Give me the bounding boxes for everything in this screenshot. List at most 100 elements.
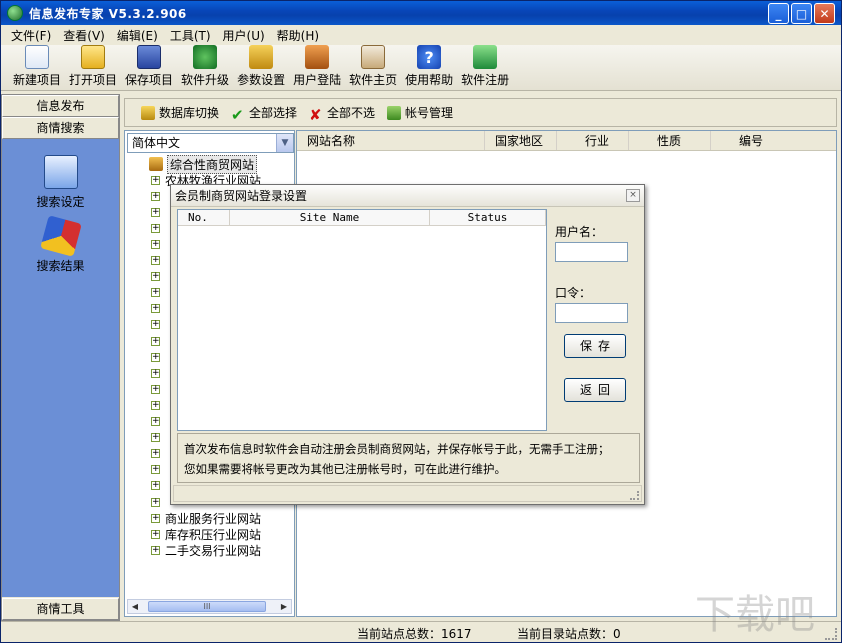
username-input[interactable] (555, 242, 628, 262)
expand-plus-icon[interactable]: + (151, 336, 160, 346)
tree-item[interactable]: + 二手交易行业网站 (151, 542, 261, 558)
tree-item[interactable]: + (151, 397, 165, 413)
tree-item[interactable]: + (151, 478, 165, 494)
open-project-button[interactable]: 打开项目 (67, 45, 119, 90)
new-project-button[interactable]: 新建项目 (11, 45, 63, 90)
column-country[interactable]: 国家地区 (485, 131, 557, 150)
search-settings-item[interactable]: 搜索设定 (2, 155, 119, 210)
tree-item[interactable]: + (151, 317, 165, 333)
dialog-site-list[interactable]: No. Site Name Status (177, 209, 547, 431)
settings-button[interactable]: 参数设置 (235, 45, 287, 90)
register-button[interactable]: 软件注册 (459, 45, 511, 90)
tree-item[interactable]: + (151, 365, 165, 381)
column-nature[interactable]: 性质 (629, 131, 711, 150)
dialog-title[interactable]: 会员制商贸网站登录设置 (171, 185, 644, 207)
menu-file[interactable]: 文件(F) (5, 27, 57, 44)
expand-plus-icon[interactable]: + (151, 352, 160, 362)
expand-plus-icon[interactable]: + (151, 304, 160, 314)
close-button[interactable]: ✕ (814, 3, 835, 24)
expand-plus-icon[interactable]: + (151, 256, 160, 265)
tree-root-item[interactable]: 综合性商贸网站 (149, 154, 258, 174)
column-site-name[interactable]: 网站名称 (297, 131, 485, 150)
chevron-down-icon[interactable]: ▼ (276, 134, 293, 152)
expand-plus-icon[interactable]: + (151, 175, 160, 185)
scroll-left-icon[interactable]: ◀ (128, 600, 142, 613)
title-bar[interactable]: 信息发布专家 V5.3.2.906 _ □ ✕ (1, 1, 841, 25)
menu-view[interactable]: 查看(V) (57, 27, 111, 44)
expand-plus-icon[interactable]: + (151, 191, 160, 201)
search-results-item[interactable]: 搜索结果 (2, 215, 119, 274)
expand-plus-icon[interactable]: + (151, 207, 160, 217)
tree-horizontal-scrollbar[interactable]: ◀ III ▶ (127, 599, 292, 614)
tree-item[interactable]: + (151, 285, 165, 301)
save-project-button[interactable]: 保存项目 (123, 45, 175, 90)
login-settings-dialog: 会员制商贸网站登录设置 × No. Site Name Status 用户名： … (170, 184, 645, 505)
scroll-right-icon[interactable]: ▶ (277, 600, 291, 613)
tree-item[interactable]: + (151, 446, 165, 462)
expand-plus-icon[interactable]: + (151, 288, 160, 298)
menu-tools[interactable]: 工具(T) (164, 27, 217, 44)
tree-item[interactable]: + (151, 381, 165, 397)
expand-plus-icon[interactable]: + (151, 497, 160, 507)
expand-plus-icon[interactable]: + (151, 433, 160, 443)
save-button[interactable]: 保存 (564, 334, 626, 358)
column-industry[interactable]: 行业 (557, 131, 629, 150)
tree-item[interactable]: + (151, 333, 165, 349)
tree-item[interactable]: + (151, 414, 165, 430)
tree-item[interactable]: + (151, 494, 165, 510)
tree-item[interactable]: + (151, 204, 165, 220)
account-manage-button[interactable]: 帐号管理 (387, 104, 453, 121)
menu-edit[interactable]: 编辑(E) (111, 27, 164, 44)
column-status[interactable]: Status (430, 210, 546, 225)
tree-item[interactable]: + (151, 269, 165, 285)
dialog-resize-grip[interactable] (630, 491, 639, 500)
expand-plus-icon[interactable]: + (151, 449, 160, 459)
menu-user[interactable]: 用户(U) (217, 27, 271, 44)
business-search-button[interactable]: 商情搜索 (2, 117, 119, 139)
tree-item[interactable]: + (151, 301, 165, 317)
expand-plus-icon[interactable]: + (151, 239, 160, 249)
expand-plus-icon[interactable]: + (151, 513, 160, 523)
column-no[interactable]: No. (178, 210, 230, 225)
maximize-button[interactable]: □ (791, 3, 812, 24)
minimize-button[interactable]: _ (768, 3, 789, 24)
menu-help[interactable]: 帮助(H) (271, 27, 325, 44)
expand-plus-icon[interactable]: + (151, 223, 160, 233)
tree-item[interactable]: + (151, 349, 165, 365)
tree-item[interactable]: + (151, 188, 165, 204)
tree-item[interactable]: + (151, 220, 165, 236)
tree-item[interactable]: + (151, 253, 165, 269)
scroll-thumb[interactable]: III (148, 601, 266, 612)
tree-item[interactable]: + 商业服务行业网站 (151, 510, 261, 526)
expand-plus-icon[interactable]: + (151, 368, 160, 378)
tree-item[interactable]: + 库存积压行业网站 (151, 526, 261, 542)
column-site-name-en[interactable]: Site Name (230, 210, 430, 225)
search-results-icon (39, 215, 82, 257)
password-input[interactable] (555, 303, 628, 323)
expand-plus-icon[interactable]: + (151, 384, 160, 394)
select-all-button[interactable]: ✔ 全部选择 (231, 104, 297, 124)
help-button[interactable]: ? 使用帮助 (403, 45, 455, 90)
user-login-button[interactable]: 用户登陆 (291, 45, 343, 90)
expand-plus-icon[interactable]: + (151, 272, 160, 282)
column-number[interactable]: 编号 (711, 131, 836, 150)
expand-plus-icon[interactable]: + (151, 545, 160, 555)
tree-item[interactable]: + (151, 236, 165, 252)
expand-plus-icon[interactable]: + (151, 465, 160, 475)
back-button[interactable]: 返回 (564, 378, 626, 402)
language-select[interactable]: 简体中文 ▼ (127, 133, 294, 153)
dialog-close-icon[interactable]: × (626, 189, 640, 202)
expand-plus-icon[interactable]: + (151, 400, 160, 410)
expand-plus-icon[interactable]: + (151, 417, 160, 426)
database-switch-button[interactable]: 数据库切换 (141, 104, 219, 121)
expand-plus-icon[interactable]: + (151, 529, 160, 539)
info-publish-button[interactable]: 信息发布 (2, 95, 119, 117)
expand-plus-icon[interactable]: + (151, 320, 160, 330)
tree-item[interactable]: + (151, 462, 165, 478)
business-tools-button[interactable]: 商情工具 (2, 598, 119, 620)
homepage-button[interactable]: 软件主页 (347, 45, 399, 90)
upgrade-button[interactable]: 软件升级 (179, 45, 231, 90)
tree-item[interactable]: + (151, 430, 165, 446)
expand-plus-icon[interactable]: + (151, 481, 160, 491)
deselect-all-button[interactable]: ✘ 全部不选 (309, 104, 375, 124)
